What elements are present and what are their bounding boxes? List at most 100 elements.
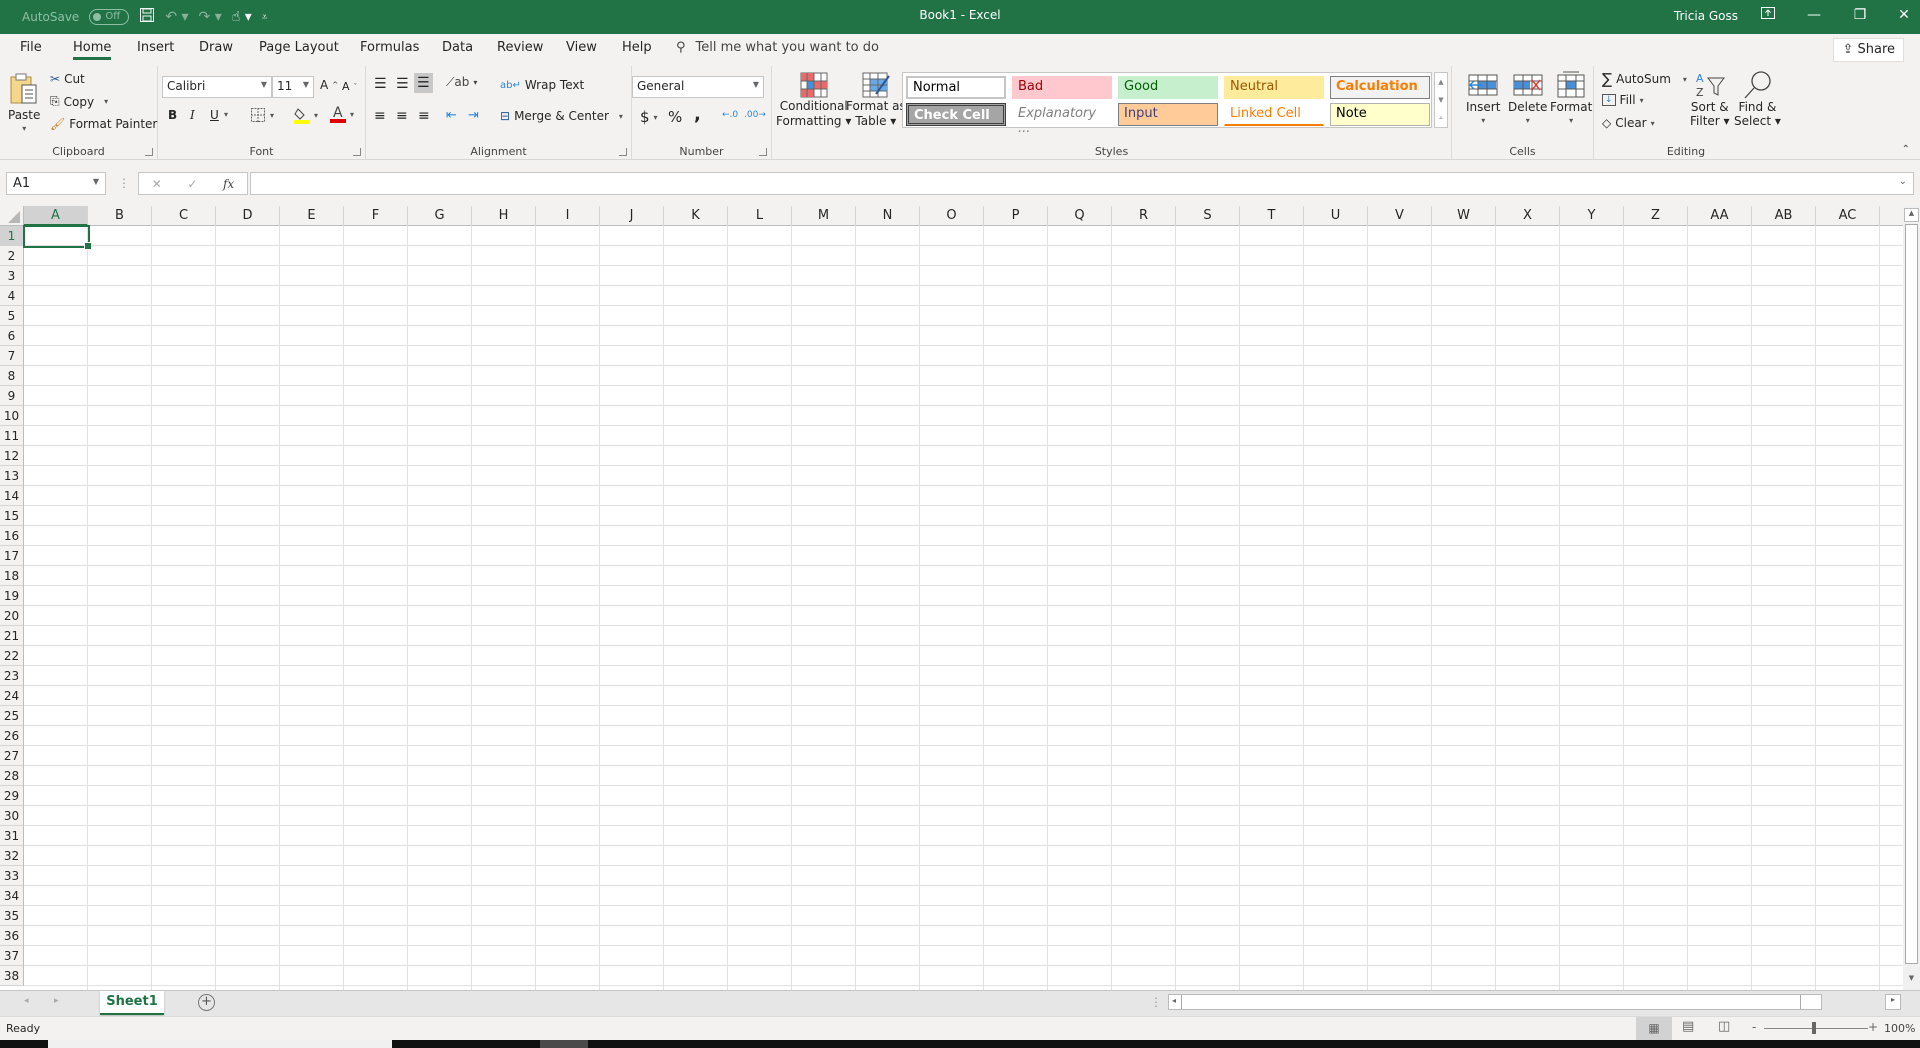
collapse-ribbon-icon[interactable]: ⌃	[1902, 144, 1910, 155]
row-header-8[interactable]: 8	[0, 366, 24, 386]
row-header-12[interactable]: 12	[0, 446, 24, 466]
style-check-cell[interactable]: Check Cell	[906, 103, 1006, 126]
tab-home[interactable]: Home	[73, 40, 112, 60]
fill-button[interactable]: ↓ Fill ▾	[1602, 93, 1644, 107]
tab-formulas[interactable]: Formulas	[360, 40, 419, 55]
column-header-i[interactable]: I	[536, 206, 600, 226]
column-header-aa[interactable]: AA	[1688, 206, 1752, 226]
tab-split-handle-icon[interactable]: ⋮	[1150, 995, 1162, 1009]
increase-font-size-button[interactable]: A ^	[320, 78, 338, 92]
row-header-6[interactable]: 6	[0, 326, 24, 346]
row-header-14[interactable]: 14	[0, 486, 24, 506]
scroll-up-icon[interactable]: ▲	[1435, 73, 1447, 91]
insert-function-icon[interactable]: fx	[223, 177, 234, 191]
share-button[interactable]: ⇪ Share	[1833, 38, 1904, 62]
close-icon[interactable]: ✕	[1894, 5, 1914, 25]
row-header-1[interactable]: 1	[0, 226, 24, 246]
underline-button[interactable]: U	[210, 108, 219, 122]
tab-draw[interactable]: Draw	[199, 40, 233, 55]
row-header-34[interactable]: 34	[0, 886, 24, 906]
row-header-4[interactable]: 4	[0, 286, 24, 306]
prev-sheet-icon[interactable]: ◂	[24, 996, 29, 1006]
row-header-25[interactable]: 25	[0, 706, 24, 726]
scroll-down-icon[interactable]: ▼	[1904, 974, 1919, 988]
row-header-31[interactable]: 31	[0, 826, 24, 846]
autosum-button[interactable]: ∑ AutoSum ▾	[1602, 70, 1687, 88]
drag-handle-icon[interactable]: ⋮	[118, 176, 130, 190]
column-header-o[interactable]: O	[920, 206, 984, 226]
ribbon-display-options-icon[interactable]	[1758, 5, 1778, 25]
column-header-ac[interactable]: AC	[1816, 206, 1880, 226]
row-header-23[interactable]: 23	[0, 666, 24, 686]
row-header-21[interactable]: 21	[0, 626, 24, 646]
column-header-m[interactable]: M	[792, 206, 856, 226]
italic-button[interactable]: I	[190, 108, 195, 122]
column-header-l[interactable]: L	[728, 206, 792, 226]
row-header-3[interactable]: 3	[0, 266, 24, 286]
row-header-24[interactable]: 24	[0, 686, 24, 706]
tab-insert[interactable]: Insert	[137, 40, 174, 55]
tab-review[interactable]: Review	[497, 40, 543, 55]
style-normal[interactable]: Normal	[906, 76, 1006, 99]
zoom-out-icon[interactable]: -	[1752, 1020, 1756, 1034]
row-header-16[interactable]: 16	[0, 526, 24, 546]
insert-cells-button[interactable]: Insert ▾	[1466, 72, 1500, 125]
orientation-button[interactable]: ⟋ab ▾	[446, 75, 477, 90]
font-color-button[interactable]: A ▾	[330, 104, 354, 124]
column-header-d[interactable]: D	[216, 206, 280, 226]
row-header-38[interactable]: 38	[0, 966, 24, 986]
font-size-select[interactable]: 11 ▼	[272, 76, 314, 98]
new-sheet-icon[interactable]: +	[198, 994, 215, 1011]
user-name[interactable]: Tricia Goss	[1674, 9, 1738, 23]
conditional-formatting-button[interactable]: Conditional Formatting ▾	[776, 72, 851, 128]
style-note[interactable]: Note	[1330, 103, 1430, 126]
chevron-down-icon[interactable]: ▼	[93, 177, 99, 186]
zoom-level[interactable]: 100%	[1884, 1022, 1915, 1035]
delete-cells-button[interactable]: Delete ▾	[1508, 72, 1547, 125]
tell-me-search[interactable]: ⚲ Tell me what you want to do	[676, 40, 879, 55]
wrap-text-button[interactable]: ab↵ Wrap Text	[500, 78, 584, 92]
clipboard-launcher-icon[interactable]	[145, 148, 153, 156]
format-cells-button[interactable]: Format ▾	[1550, 70, 1592, 125]
zoom-slider[interactable]	[1764, 1028, 1868, 1029]
zoom-slider-thumb[interactable]	[1812, 1022, 1816, 1034]
bottom-align-button[interactable]: ☰	[414, 73, 433, 93]
row-header-7[interactable]: 7	[0, 346, 24, 366]
sheet-tab-sheet1[interactable]: Sheet1	[100, 991, 164, 1015]
style-input[interactable]: Input	[1118, 103, 1218, 126]
row-header-20[interactable]: 20	[0, 606, 24, 626]
column-header-g[interactable]: G	[408, 206, 472, 226]
horizontal-scrollbar[interactable]: ◂	[1168, 994, 1822, 1010]
row-header-5[interactable]: 5	[0, 306, 24, 326]
sort-filter-button[interactable]: AZ Sort & Filter ▾	[1690, 70, 1730, 128]
column-header-c[interactable]: C	[152, 206, 216, 226]
column-header-r[interactable]: R	[1112, 206, 1176, 226]
column-header-z[interactable]: Z	[1624, 206, 1688, 226]
row-header-28[interactable]: 28	[0, 766, 24, 786]
column-header-e[interactable]: E	[280, 206, 344, 226]
format-as-table-button[interactable]: Format as Table ▾	[846, 72, 906, 128]
row-header-9[interactable]: 9	[0, 386, 24, 406]
column-header-b[interactable]: B	[88, 206, 152, 226]
column-header-f[interactable]: F	[344, 206, 408, 226]
percent-button[interactable]: %	[668, 108, 682, 126]
row-header-11[interactable]: 11	[0, 426, 24, 446]
column-header-u[interactable]: U	[1304, 206, 1368, 226]
tab-view[interactable]: View	[566, 40, 597, 55]
row-header-33[interactable]: 33	[0, 866, 24, 886]
selected-cell[interactable]	[23, 225, 92, 250]
more-styles-icon[interactable]: ⩡	[1435, 109, 1447, 127]
tab-help[interactable]: Help	[622, 40, 652, 55]
enter-icon[interactable]: ✓	[187, 177, 197, 191]
font-launcher-icon[interactable]	[353, 148, 361, 156]
row-header-18[interactable]: 18	[0, 566, 24, 586]
copy-dropdown-icon[interactable]: ▾	[104, 97, 108, 106]
paste-button[interactable]: Paste ▾	[8, 72, 40, 133]
row-header-30[interactable]: 30	[0, 806, 24, 826]
taskbar-app[interactable]	[540, 1040, 588, 1048]
scroll-left-icon[interactable]: ◂	[1172, 996, 1176, 1005]
horizontal-scroll-thumb[interactable]	[1181, 995, 1801, 1009]
row-header-35[interactable]: 35	[0, 906, 24, 926]
copy-button[interactable]: ⎘ Copy ▾	[50, 94, 108, 109]
styles-gallery-scroll[interactable]: ▲ ▼ ⩡	[1434, 72, 1448, 128]
